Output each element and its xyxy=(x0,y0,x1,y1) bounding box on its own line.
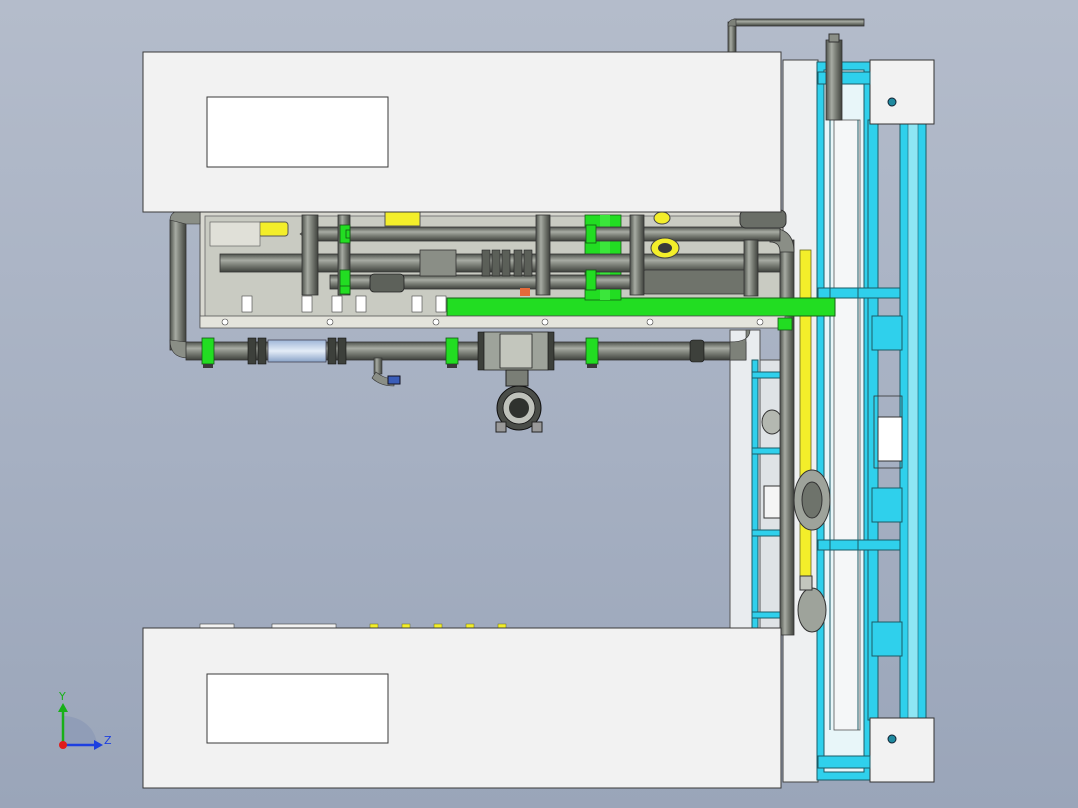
coordinate-triad: Y Z xyxy=(58,690,112,750)
top-enclosure[interactable] xyxy=(142,51,782,213)
vertical-pipe-top xyxy=(825,39,843,121)
vent-pipe xyxy=(727,18,865,55)
cad-viewport[interactable]: Y Z xyxy=(0,0,1078,808)
triad-y-label: Y xyxy=(58,690,66,703)
model-canvas[interactable]: Y Z xyxy=(0,0,1078,808)
top-enclosure-window xyxy=(206,96,389,168)
bottom-enclosure-window xyxy=(206,673,389,744)
bottom-enclosure[interactable] xyxy=(142,623,782,789)
triad-z-label: Z xyxy=(104,734,112,747)
